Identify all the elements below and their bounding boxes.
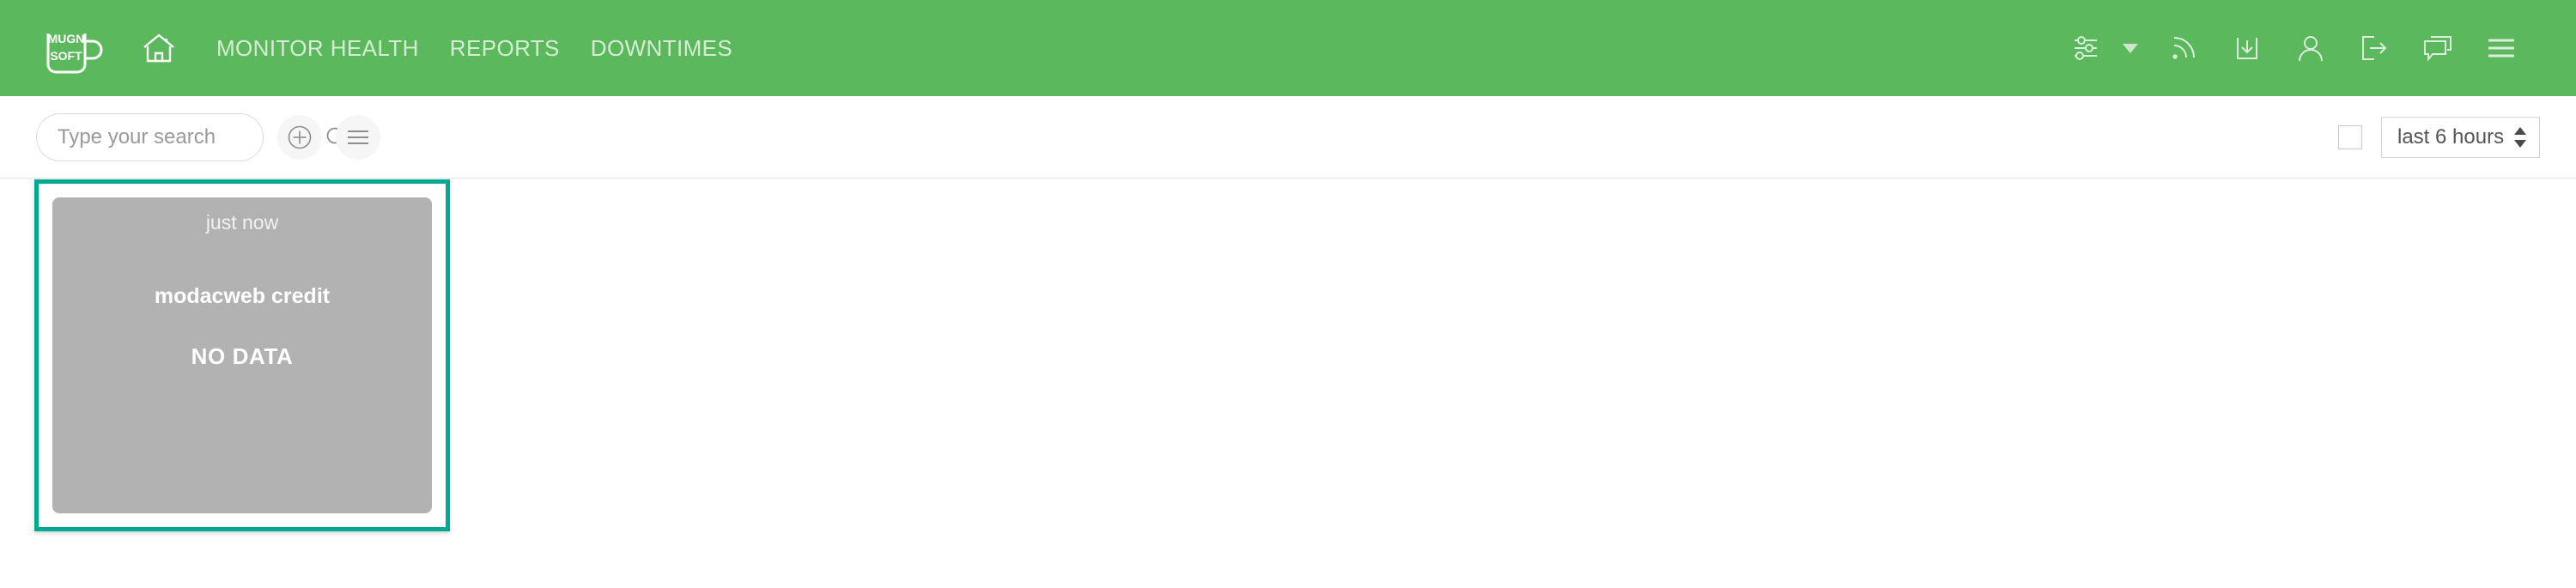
monitor-tile-status: NO DATA (191, 343, 294, 369)
sliders-dropdown-button[interactable] (2117, 25, 2143, 71)
tiles-area: just now modacweb credit NO DATA (0, 179, 2576, 588)
logout-button[interactable] (2351, 25, 2397, 71)
nav-item-reports[interactable]: REPORTS (434, 35, 575, 62)
updown-spinner-icon (2513, 126, 2527, 149)
mug-logo-icon: MUGN SOFT (46, 32, 103, 74)
top-header-bar: MUGN SOFT MONITOR HEALTH REPORTS DOWNTIM… (0, 0, 2576, 96)
home-button[interactable] (136, 25, 182, 71)
user-profile-button[interactable] (2287, 25, 2334, 71)
chat-button[interactable] (2415, 25, 2461, 71)
nav-item-monitor-health[interactable]: MONITOR HEALTH (201, 35, 434, 62)
auto-refresh-checkbox[interactable] (2338, 124, 2362, 149)
add-tile-button[interactable] (277, 114, 322, 160)
time-range-controls: last 6 hours (2338, 116, 2540, 158)
svg-text:SOFT: SOFT (50, 49, 82, 63)
nav-item-downtimes[interactable]: DOWNTIMES (575, 35, 748, 62)
brand-logo[interactable]: MUGN SOFT (34, 17, 112, 79)
download-icon (2237, 38, 2257, 59)
list-view-button[interactable] (336, 114, 380, 160)
rss-feed-icon (2172, 37, 2195, 59)
monitor-tile-timestamp: just now (205, 211, 279, 233)
hamburger-menu-button[interactable] (2478, 25, 2524, 71)
main-navigation: MONITOR HEALTH REPORTS DOWNTIMES (201, 35, 748, 62)
time-range-select[interactable]: last 6 hours (2381, 116, 2540, 158)
filter-toolbar: last 6 hours (0, 96, 2576, 178)
monitor-tile[interactable]: just now modacweb credit NO DATA (34, 179, 450, 531)
list-menu-icon (348, 130, 368, 144)
monitor-tile-panel: just now modacweb credit NO DATA (52, 197, 432, 513)
download-button[interactable] (2224, 25, 2270, 71)
sliders-button[interactable] (2064, 25, 2111, 71)
chat-bubble-icon (2424, 36, 2451, 61)
time-range-value: last 6 hours (2397, 124, 2505, 149)
sliders-icon (2075, 36, 2097, 60)
chevron-down-icon (2123, 44, 2138, 53)
monitor-tile-title: modacweb credit (154, 284, 331, 308)
hamburger-menu-icon (2488, 39, 2514, 58)
logout-icon (2362, 36, 2387, 60)
plus-circle-icon (288, 125, 312, 149)
feed-button[interactable] (2160, 25, 2207, 71)
home-icon (143, 33, 174, 63)
svg-text:MUGN: MUGN (48, 32, 85, 45)
header-icon-group (2047, 25, 2524, 71)
user-icon (2299, 36, 2323, 62)
search-box[interactable] (36, 112, 347, 161)
